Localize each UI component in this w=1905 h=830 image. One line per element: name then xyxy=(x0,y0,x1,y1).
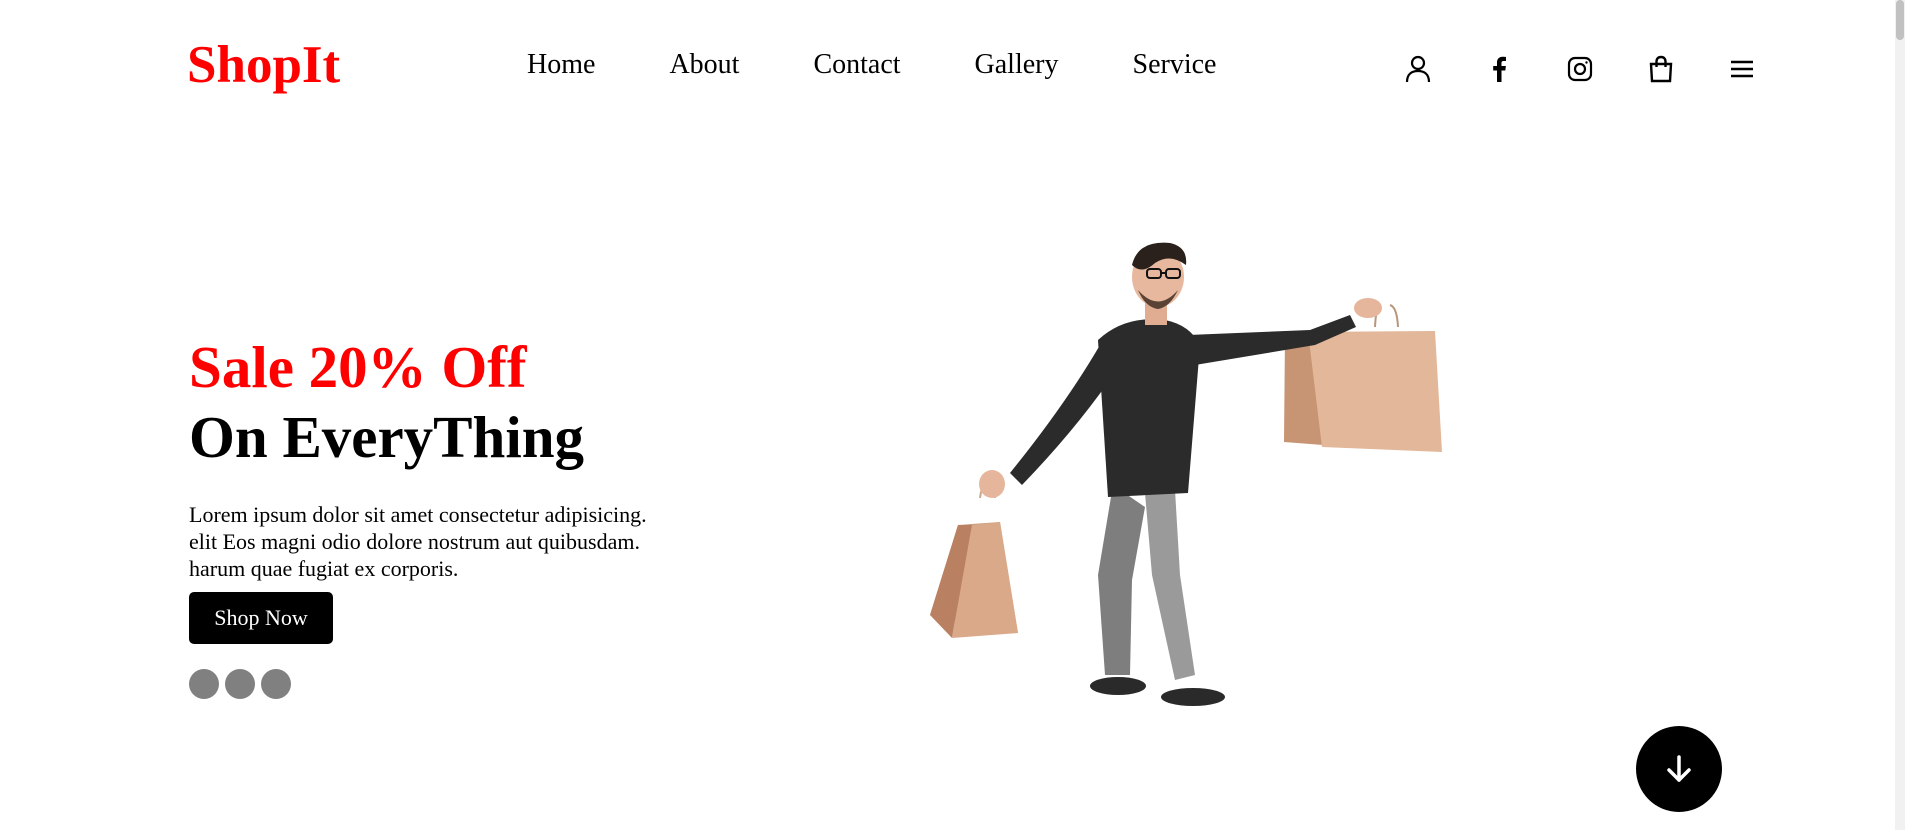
nav-item-about[interactable]: About xyxy=(669,45,739,85)
brand-logo[interactable]: ShopIt xyxy=(187,34,340,96)
page-scrollbar[interactable] xyxy=(1895,0,1905,830)
user-icon[interactable] xyxy=(1400,51,1436,87)
page: ShopIt Home About Contact Gallery Servic… xyxy=(0,0,1905,830)
main-nav: Home About Contact Gallery Service xyxy=(527,45,1290,85)
hero-title-everything: On EveryThing xyxy=(189,404,585,470)
arrow-down-icon xyxy=(1667,755,1691,782)
scrollbar-thumb[interactable] xyxy=(1896,0,1904,40)
instagram-icon[interactable] xyxy=(1562,51,1598,87)
slider-dot-2[interactable] xyxy=(225,669,255,699)
scroll-down-button[interactable] xyxy=(1636,726,1722,812)
facebook-icon[interactable] xyxy=(1481,51,1517,87)
slider-dot-3[interactable] xyxy=(261,669,291,699)
hero-description-line: elit Eos magni odio dolore nostrum aut q… xyxy=(189,529,640,554)
left-shopping-bag xyxy=(930,480,1018,638)
right-shopping-bag xyxy=(1284,304,1442,452)
hero-title-sale: Sale 20% Off xyxy=(189,334,527,400)
slider-dot-1[interactable] xyxy=(189,669,219,699)
hero-description-line: Lorem ipsum dolor sit amet consectetur a… xyxy=(189,502,647,527)
nav-item-service[interactable]: Service xyxy=(1133,45,1217,85)
shop-now-button[interactable]: Shop Now xyxy=(189,592,333,644)
shopping-bag-icon[interactable] xyxy=(1643,51,1679,87)
nav-item-gallery[interactable]: Gallery xyxy=(975,45,1059,85)
menu-icon[interactable] xyxy=(1724,51,1760,87)
hero-image xyxy=(930,242,1442,706)
hero-description: Lorem ipsum dolor sit amet consectetur a… xyxy=(189,501,749,582)
header-icons xyxy=(1400,51,1805,87)
slider-dots xyxy=(189,669,297,699)
nav-item-contact[interactable]: Contact xyxy=(813,45,900,85)
hero-description-line: harum quae fugiat ex corporis. xyxy=(189,556,459,581)
nav-item-home[interactable]: Home xyxy=(527,45,595,85)
